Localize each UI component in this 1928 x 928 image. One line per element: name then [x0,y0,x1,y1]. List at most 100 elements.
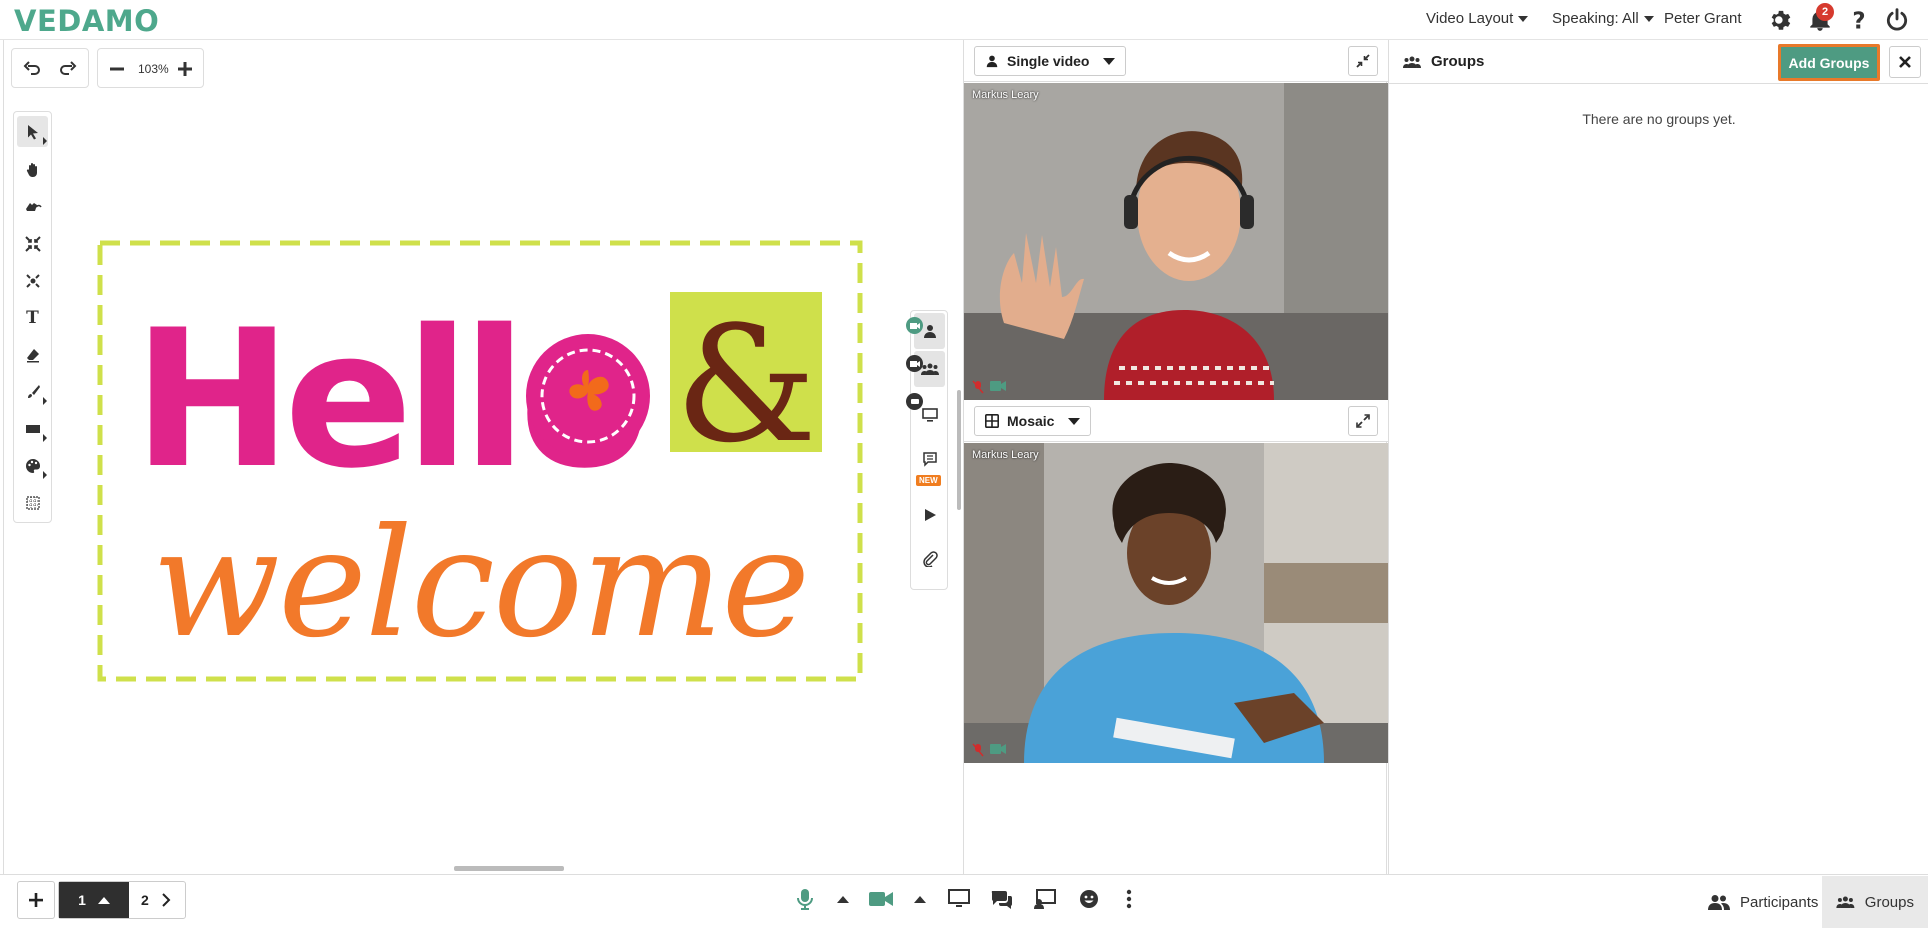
participants-tab[interactable]: Participants [1694,876,1832,928]
brush-tool[interactable] [17,376,48,407]
new-badge: NEW [916,475,941,486]
participants-label: Participants [1740,893,1819,911]
play-media-toggle[interactable] [914,497,945,533]
zoom-control: 103% [97,48,204,88]
attachments-toggle[interactable] [914,541,945,577]
more-options-icon[interactable] [1115,885,1143,913]
speaking-dropdown[interactable]: Speaking: All [1552,10,1654,27]
mic-options-chevron-up-icon[interactable] [829,885,857,913]
pointer-tool[interactable] [17,191,48,222]
camera-on-icon [990,744,1006,754]
mosaic-label: Mosaic [1007,413,1055,429]
camera-icon [906,355,923,372]
microphone-icon[interactable] [791,885,819,913]
groups-panel: Groups Add Groups There are no groups ye… [1388,40,1928,874]
undo-icon[interactable] [22,59,42,84]
mic-muted-icon [972,743,984,757]
zoom-in-icon[interactable] [176,60,194,83]
expand-icon [1356,414,1370,428]
single-video-label: Single video [1007,53,1090,69]
select-tool[interactable] [17,116,48,147]
welcome-text: welcome [152,497,808,671]
chevron-down-icon [1518,16,1529,23]
chevron-right-icon[interactable] [161,893,171,912]
screen-share-icon[interactable] [945,885,973,913]
undo-redo-group [11,48,89,88]
video-camera-icon[interactable] [867,885,895,913]
whiteboard-vertical-scrollbar[interactable] [957,390,961,510]
groups-header: Groups Add Groups [1389,40,1928,84]
video-panel: Single video Markus Leary Mosaic Markus … [963,40,1388,874]
groups-empty-message: There are no groups yet. [1582,111,1736,127]
expand-video-button[interactable] [1348,406,1378,436]
text-tool[interactable]: T [17,302,48,333]
laser-tool[interactable] [17,265,48,296]
redo-icon[interactable] [58,59,78,84]
video-tile-top[interactable]: Markus Leary [964,83,1388,400]
drawing-toolbar: T [13,111,52,523]
participant-status-icons [972,743,1006,757]
current-page-button[interactable]: 1 [59,882,129,918]
grid-tool[interactable] [17,487,48,518]
users-icon [1403,54,1421,75]
zoom-out-icon[interactable] [108,60,126,83]
add-groups-button[interactable]: Add Groups [1778,44,1880,81]
grid-icon [985,414,999,428]
single-video-toggle[interactable] [906,313,945,349]
fit-screen-tool[interactable] [17,228,48,259]
camera-on-icon [990,381,1006,391]
group-video-toggle[interactable] [906,351,945,387]
emoji-icon[interactable] [1075,885,1103,913]
gear-icon[interactable] [1768,7,1794,33]
cast-presentation-icon[interactable] [1031,885,1059,913]
ampersand-text: & [675,291,817,478]
users-icon [1836,896,1855,908]
hello-welcome-image[interactable]: Hello & welcome [97,240,863,682]
camera-options-chevron-up-icon[interactable] [906,885,934,913]
video-tile-bottom[interactable]: Markus Leary [964,443,1388,763]
zoom-level: 103% [138,62,169,76]
paperclip-icon [922,551,938,567]
palette-tool[interactable] [17,450,48,481]
user-name[interactable]: Peter Grant [1664,10,1742,27]
mosaic-bar: Mosaic [964,400,1388,442]
single-video-dropdown[interactable]: Single video [974,46,1127,76]
video-layout-dropdown[interactable]: Video Layout [1426,10,1529,27]
top-bar: VEDAMO Video Layout Speaking: All Peter … [0,0,1928,40]
chevron-down-icon [1643,16,1654,23]
current-page-number: 1 [78,892,86,908]
notes-toggle[interactable] [914,441,945,477]
eraser-tool[interactable] [17,339,48,370]
media-side-toolbar: NEW [906,310,948,590]
svg-text:?: ? [1852,9,1865,33]
page-2-button[interactable]: 2 [141,892,149,908]
chat-bubble-icon [906,393,923,410]
close-groups-button[interactable] [1889,46,1921,78]
collapse-video-button[interactable] [1348,46,1378,76]
person-icon [986,55,998,68]
bottom-bar: 1 2 Participants Groups [0,874,1928,928]
vedamo-logo: VEDAMO [14,4,160,38]
mosaic-dropdown[interactable]: Mosaic [974,406,1092,436]
chevron-up-icon [97,897,110,904]
participant-name: Markus Leary [972,449,1039,461]
add-page-button[interactable] [17,881,55,919]
chat-icon[interactable] [988,885,1016,913]
camera-icon [906,317,923,334]
close-icon [1899,56,1911,68]
notification-badge: 2 [1816,3,1834,21]
shape-tool[interactable] [17,413,48,444]
whiteboard-horizontal-scrollbar[interactable] [454,866,564,871]
speaking-label: Speaking: All [1552,10,1639,27]
groups-tab-label: Groups [1864,893,1914,911]
play-icon [924,509,936,521]
help-icon[interactable]: ? [1846,7,1872,35]
plus-icon [29,893,43,907]
collapse-icon [1356,54,1370,68]
person-icon [923,325,936,338]
mic-muted-icon [972,380,984,394]
hand-tool[interactable] [17,154,48,185]
groups-tab[interactable]: Groups [1822,876,1928,928]
power-icon[interactable] [1884,7,1910,33]
screen-share-toggle[interactable] [906,393,945,433]
